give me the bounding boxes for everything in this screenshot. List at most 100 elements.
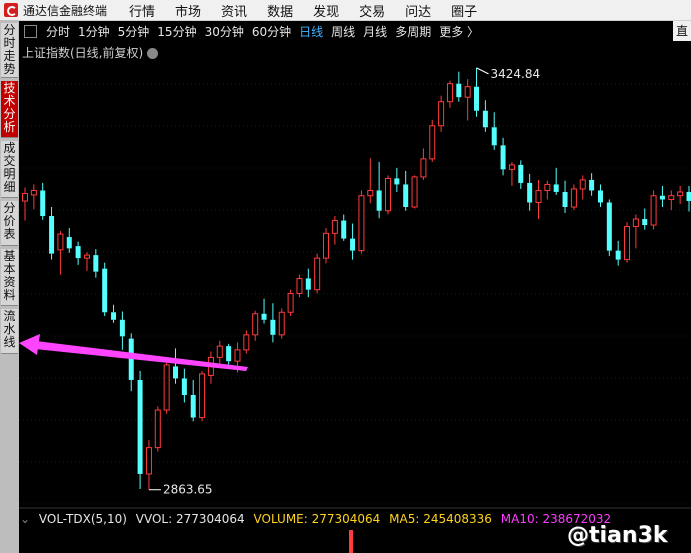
candle-body bbox=[75, 246, 81, 259]
candle-body bbox=[252, 313, 259, 336]
indicator-volume: VOLUME: 277304064 bbox=[253, 512, 381, 526]
candle-body bbox=[527, 182, 533, 203]
candle-body bbox=[544, 183, 551, 191]
candle-body bbox=[234, 349, 241, 362]
candle bbox=[562, 180, 568, 214]
candle-body bbox=[190, 394, 196, 418]
candle bbox=[163, 361, 170, 414]
candle bbox=[137, 370, 143, 489]
candle-body bbox=[243, 334, 250, 351]
candle-body bbox=[464, 86, 471, 98]
candles-layer bbox=[22, 67, 691, 490]
candle-body bbox=[606, 202, 612, 251]
watermark: @tian3k bbox=[567, 523, 668, 548]
candle bbox=[30, 184, 37, 210]
candle bbox=[331, 216, 338, 245]
candle-body bbox=[30, 189, 37, 196]
candle bbox=[508, 161, 515, 186]
candle-body bbox=[216, 345, 223, 358]
candle bbox=[40, 182, 46, 220]
candle-body bbox=[199, 373, 206, 419]
candle bbox=[464, 79, 471, 121]
candle-body bbox=[403, 184, 409, 207]
candle bbox=[597, 184, 603, 207]
high-marker-line bbox=[476, 67, 489, 75]
candle-body bbox=[66, 237, 72, 249]
candlestick-chart[interactable]: 3424.84 2863.65 bbox=[0, 0, 691, 553]
candle bbox=[305, 268, 311, 298]
candle-body bbox=[102, 268, 108, 313]
low-price-label: 2863.65 bbox=[163, 483, 213, 497]
candle bbox=[527, 173, 533, 211]
candle-body bbox=[686, 191, 691, 201]
candle bbox=[606, 199, 612, 256]
candle-body bbox=[597, 190, 603, 203]
candle bbox=[394, 167, 400, 192]
candle bbox=[102, 262, 108, 317]
candle-body bbox=[261, 313, 267, 320]
candle bbox=[518, 160, 524, 189]
candle bbox=[376, 161, 382, 219]
candle-body bbox=[535, 189, 542, 203]
candle bbox=[296, 274, 303, 298]
candle-body bbox=[137, 379, 143, 474]
candle bbox=[367, 158, 374, 204]
candle bbox=[677, 185, 684, 204]
candle-body bbox=[384, 177, 391, 212]
candle bbox=[589, 173, 595, 196]
candle bbox=[57, 231, 64, 275]
candle bbox=[659, 185, 665, 207]
candle bbox=[111, 304, 117, 323]
candle-body bbox=[411, 176, 418, 208]
candle bbox=[570, 184, 577, 211]
candle bbox=[154, 406, 161, 452]
volume-bar bbox=[349, 530, 353, 553]
candle-body bbox=[632, 218, 639, 228]
candle-body bbox=[226, 346, 232, 362]
candle-body bbox=[270, 319, 276, 335]
candle bbox=[75, 241, 81, 265]
candle-body bbox=[119, 319, 125, 337]
candle bbox=[83, 252, 90, 271]
candle bbox=[624, 222, 631, 263]
candle-body bbox=[429, 125, 436, 160]
candle-body bbox=[570, 188, 577, 208]
candle bbox=[350, 223, 356, 260]
candle bbox=[181, 368, 187, 403]
indicator-dropdown-icon[interactable]: ⌄ bbox=[20, 512, 30, 526]
candle bbox=[579, 175, 586, 200]
candle-body bbox=[93, 255, 99, 272]
candle-body bbox=[500, 145, 506, 170]
candle-body bbox=[367, 189, 374, 197]
candle bbox=[632, 214, 639, 249]
candle bbox=[323, 228, 330, 264]
candle-body bbox=[482, 110, 488, 128]
candle-body bbox=[40, 190, 46, 217]
candle-body bbox=[145, 447, 152, 475]
candle-body bbox=[163, 364, 170, 411]
candle bbox=[341, 214, 347, 241]
candle bbox=[615, 240, 621, 266]
candle-body bbox=[341, 220, 347, 239]
candle-body bbox=[323, 232, 330, 259]
candle-body bbox=[659, 195, 665, 200]
candle bbox=[314, 253, 321, 294]
candle-body bbox=[278, 311, 285, 336]
candle bbox=[420, 148, 427, 180]
candle bbox=[500, 137, 506, 176]
candle bbox=[190, 379, 196, 422]
candle-body bbox=[376, 190, 382, 211]
candle bbox=[207, 351, 214, 384]
indicator-name[interactable]: VOL-TDX(5,10) bbox=[39, 512, 127, 526]
chart-grid bbox=[19, 83, 691, 505]
candle-body bbox=[438, 101, 445, 127]
candle bbox=[216, 340, 223, 364]
candle-body bbox=[287, 292, 294, 313]
candle-body bbox=[579, 179, 586, 190]
candle bbox=[544, 180, 551, 200]
candle bbox=[403, 170, 409, 211]
candle-body bbox=[296, 277, 303, 294]
candle bbox=[287, 289, 294, 317]
candle bbox=[446, 80, 453, 108]
candle-body bbox=[518, 164, 524, 183]
